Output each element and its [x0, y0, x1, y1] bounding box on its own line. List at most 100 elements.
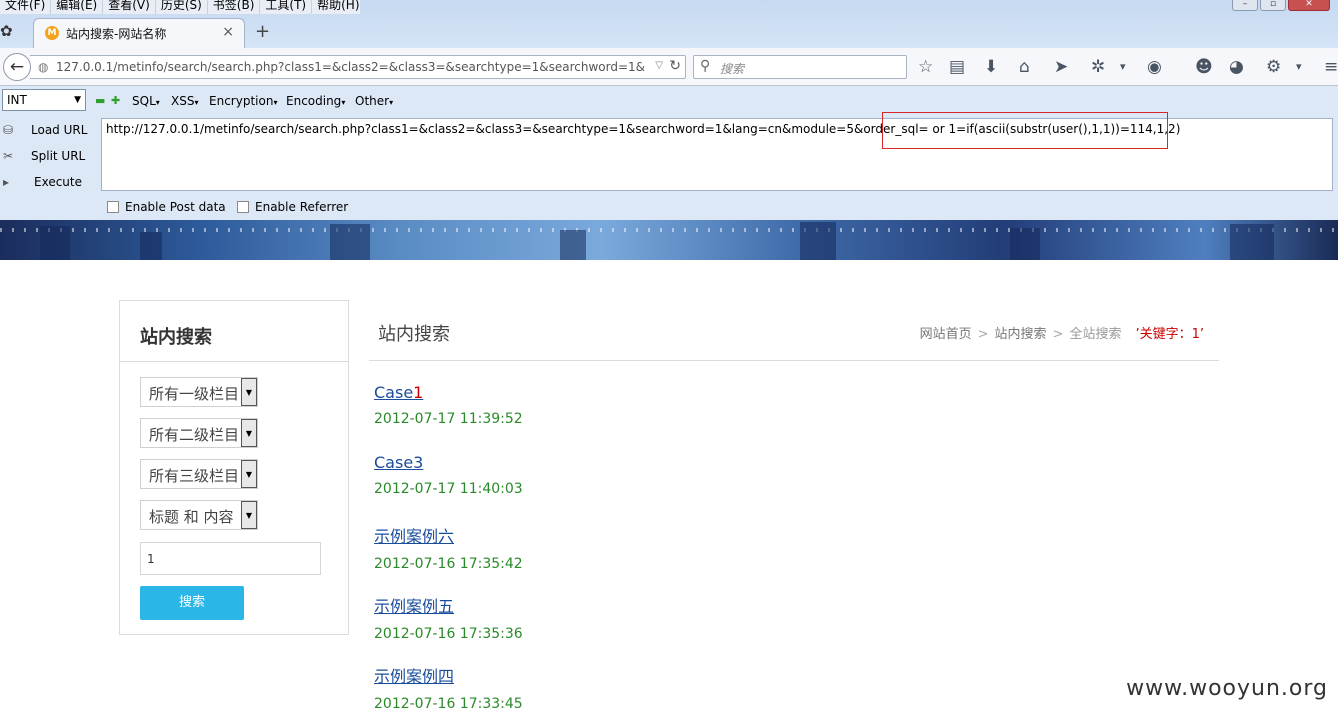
enable-post-label: Enable Post data [125, 200, 226, 214]
level2-category-select[interactable]: 所有二级栏目 ▼ [140, 418, 258, 448]
load-url-icon: ⛁ [3, 123, 14, 137]
banner-bridge [0, 228, 1338, 232]
chevron-down-icon: ▼ [241, 460, 257, 488]
result-title-link[interactable]: Case1 [374, 383, 523, 402]
chevron-right-icon: > [977, 327, 989, 342]
banner-building [1010, 228, 1040, 260]
menu-file[interactable]: 文件(F) [0, 0, 52, 14]
maximize-button[interactable]: ▫ [1260, 0, 1286, 11]
result-date: 2012-07-16 17:33:45 [374, 696, 523, 712]
result-date: 2012-07-16 17:35:36 [374, 626, 523, 642]
tab-close-icon[interactable]: × [222, 24, 234, 40]
network-icon[interactable]: ◉ [1147, 57, 1162, 77]
search-button[interactable]: 搜索 [140, 586, 244, 620]
chevron-down-icon: ▼ [241, 378, 257, 406]
list-item: 示例案例六 2012-07-16 17:35:42 [374, 523, 523, 572]
type-select-value: INT [7, 93, 27, 107]
chevron-down-icon: ▼ [241, 419, 257, 447]
tab-title: 站内搜索-网站名称 [66, 27, 167, 41]
load-url-label: Load URL [31, 123, 88, 137]
split-url-label: Split URL [31, 149, 86, 163]
keyword-value: 1 [147, 552, 155, 566]
result-title-link[interactable]: 示例案例六 [374, 523, 523, 547]
menu-encryption[interactable]: Encryption▾ [209, 94, 277, 108]
banner-building [330, 224, 370, 260]
increase-icon[interactable]: ✚ [111, 94, 120, 107]
result-date: 2012-07-16 17:35:42 [374, 556, 523, 572]
reading-list-icon[interactable]: ▤ [949, 57, 965, 77]
back-button[interactable]: ← [3, 53, 31, 81]
result-title-link[interactable]: 示例案例四 [374, 663, 523, 687]
level3-category-value: 所有三级栏目 [149, 467, 240, 485]
menu-edit[interactable]: 编辑(E) [51, 0, 104, 14]
level1-category-select[interactable]: 所有一级栏目 ▼ [140, 377, 258, 407]
search-placeholder: 搜索 [720, 62, 745, 76]
menu-xss[interactable]: XSS▾ [171, 94, 198, 108]
result-title-text: Case [374, 383, 414, 402]
level3-category-select[interactable]: 所有三级栏目 ▼ [140, 459, 258, 489]
reload-icon[interactable]: ↻ [669, 58, 681, 74]
enable-referrer-checkbox[interactable]: Enable Referrer [237, 200, 348, 214]
tab-active[interactable]: M 站内搜索-网站名称 × [33, 18, 245, 48]
url-bar[interactable]: ◍ 127.0.0.1/metinfo/search/search.php?cl… [30, 55, 686, 79]
url-text[interactable]: 127.0.0.1/metinfo/search/search.php?clas… [56, 60, 646, 74]
menu-sql[interactable]: SQL▾ [132, 94, 160, 108]
menu-sql-label: SQL [132, 94, 156, 108]
list-item: Case1 2012-07-17 11:39:52 [374, 383, 523, 427]
play-icon: ▸ [3, 175, 10, 189]
divider [120, 361, 348, 362]
result-title-link[interactable]: 示例案例五 [374, 593, 523, 617]
chat-icon[interactable]: ☻ [1195, 57, 1213, 77]
load-url-button[interactable]: ⛁ Load URL [0, 121, 100, 141]
site-favicon-icon: M [45, 26, 59, 40]
execute-button[interactable]: ▸ Execute [0, 173, 100, 193]
palette-icon[interactable]: ✿ [0, 22, 18, 42]
level2-category-value: 所有二级栏目 [149, 426, 240, 444]
addon-dropdown-icon[interactable]: ▾ [1120, 57, 1126, 77]
level1-category-value: 所有一级栏目 [149, 385, 240, 403]
banner-building [40, 226, 70, 260]
decrease-icon[interactable]: ▬ [95, 94, 105, 107]
menu-encoding[interactable]: Encoding▾ [286, 94, 345, 108]
download-icon[interactable]: ⬇ [984, 57, 998, 77]
menu-help[interactable]: 帮助(H) [312, 0, 360, 14]
profile-icon[interactable]: ◕ [1229, 57, 1244, 77]
minimize-button[interactable]: – [1232, 0, 1258, 11]
breadcrumb-home[interactable]: 网站首页 [920, 327, 972, 342]
enable-post-checkbox[interactable]: Enable Post data [107, 200, 226, 214]
breadcrumb-search[interactable]: 站内搜索 [995, 327, 1047, 342]
split-url-button[interactable]: ✂ Split URL [0, 147, 100, 167]
keyword-input[interactable]: 1 [140, 542, 321, 575]
menu-xss-label: XSS [171, 94, 195, 108]
addon-bug-icon[interactable]: ✲ [1091, 57, 1105, 77]
menu-bar: 文件(F) 编辑(E) 查看(V) 历史(S) 书签(B) 工具(T) 帮助(H… [0, 0, 360, 14]
search-icon: ⚲ [700, 58, 711, 74]
search-type-select[interactable]: 标题 和 内容 ▼ [140, 500, 258, 530]
new-tab-button[interactable]: + [255, 21, 270, 42]
result-title-text: 示例案例四 [374, 667, 455, 686]
bookmark-star-icon[interactable]: ☆ [918, 57, 933, 77]
url-textarea[interactable]: http://127.0.0.1/metinfo/search/search.p… [101, 112, 1333, 191]
type-select[interactable]: INT ▼ [2, 89, 86, 111]
tab-strip: ✿ M 站内搜索-网站名称 × + [0, 18, 1338, 48]
chevron-down-icon: ▼ [74, 95, 81, 105]
chevron-right-icon: > [1052, 327, 1064, 342]
hamburger-menu-icon[interactable]: ≡ [1324, 57, 1338, 77]
keyword-label: ’关键字：1’ [1135, 327, 1204, 342]
home-icon[interactable]: ⌂ [1019, 57, 1030, 77]
banner-building [560, 230, 586, 260]
menu-other-label: Other [355, 94, 390, 108]
url-dropdown-icon[interactable]: ▽ [655, 60, 663, 71]
menu-other[interactable]: Other▾ [355, 94, 393, 108]
menu-bookmarks[interactable]: 书签(B) [208, 0, 261, 14]
send-icon[interactable]: ➤ [1054, 57, 1068, 77]
extension-dropdown-icon[interactable]: ▾ [1296, 57, 1302, 77]
result-title-link[interactable]: Case3 [374, 453, 523, 472]
close-window-button[interactable]: ✕ [1288, 0, 1330, 11]
menu-encryption-label: Encryption [209, 94, 274, 108]
menu-view[interactable]: 查看(V) [103, 0, 156, 14]
search-box[interactable]: ⚲ 搜索 [693, 55, 907, 79]
menu-history[interactable]: 历史(S) [156, 0, 208, 14]
extension-icon[interactable]: ⚙ [1266, 57, 1281, 77]
menu-tools[interactable]: 工具(T) [260, 0, 313, 14]
